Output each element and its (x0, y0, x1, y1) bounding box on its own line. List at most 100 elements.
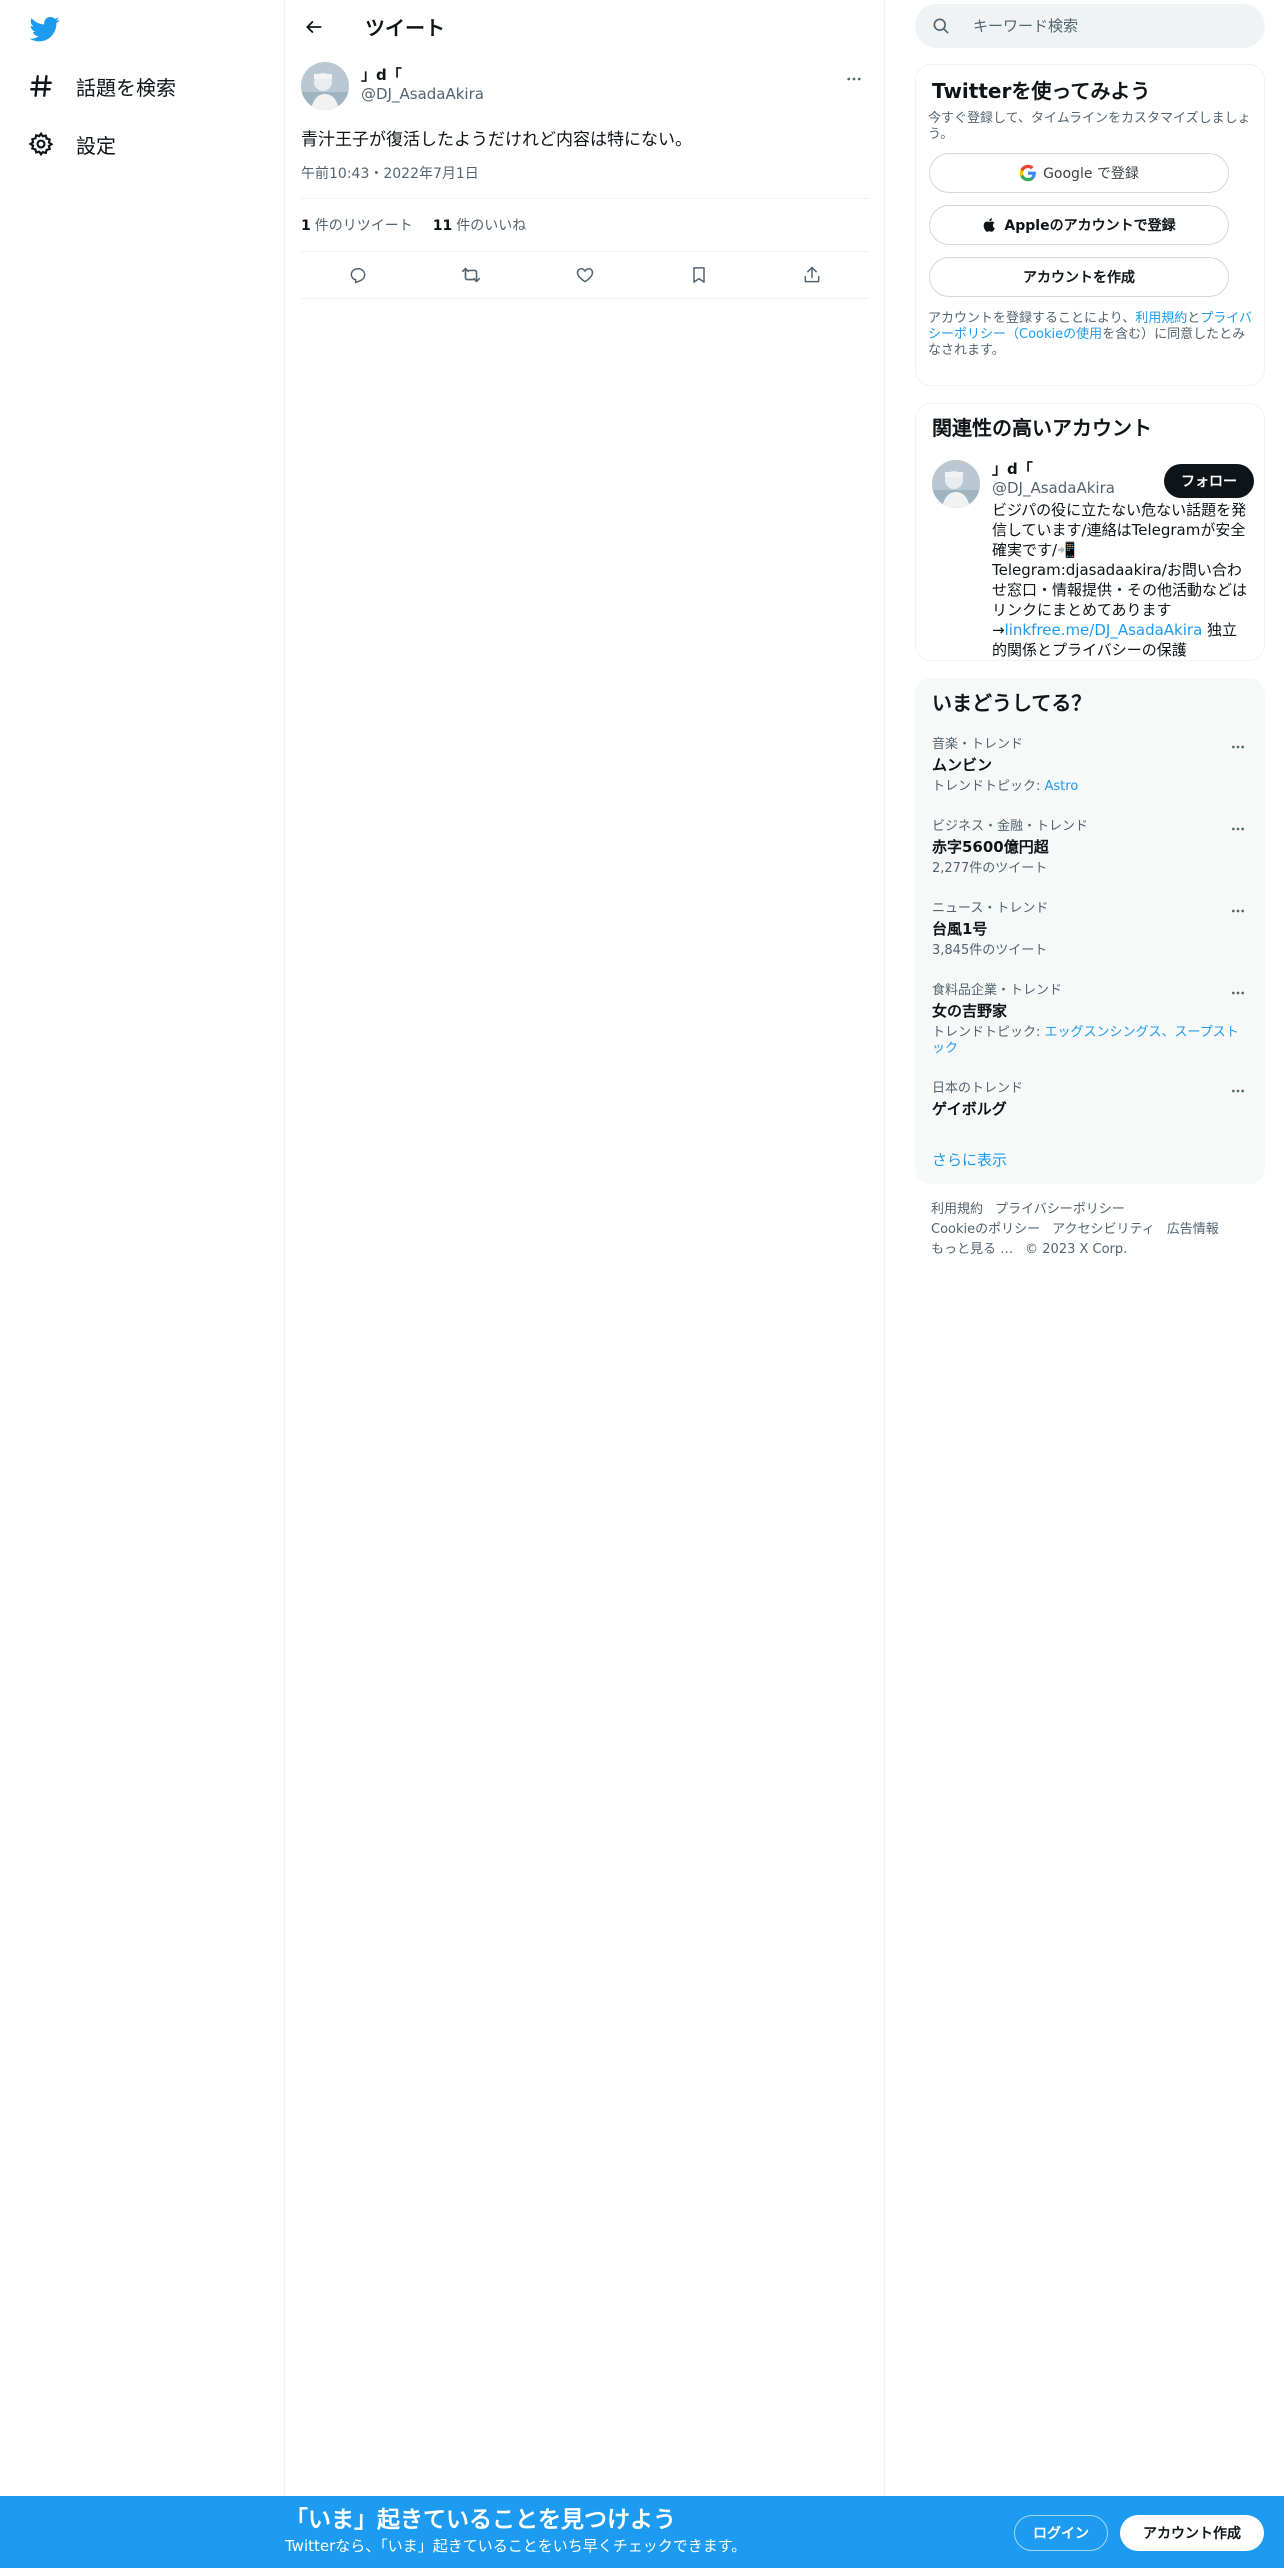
reply-button[interactable] (341, 258, 375, 292)
trend-item[interactable]: ニュース・トレンド 台風1号 3,845件のツイート (932, 901, 1250, 959)
search-box[interactable] (915, 4, 1265, 48)
trends-title: いまどうしてる？ (932, 691, 1092, 715)
avatar[interactable] (932, 460, 980, 508)
trend-name: ムンビン (932, 756, 993, 774)
tweet-timestamp[interactable]: 午前10:43・2022年7月1日 (301, 164, 869, 184)
google-signup-label: Google で登録 (1043, 166, 1139, 182)
google-signup-button[interactable]: Google で登録 (929, 153, 1229, 193)
trend-topic-link[interactable]: Astro (1045, 779, 1079, 794)
bottom-bar-title: 「いま」起きていることを見つけよう (285, 2507, 676, 2533)
heart-icon (576, 267, 594, 283)
signup-card: Twitterを使ってみよう 今すぐ登録して、タイムラインをカスタマイズしましょ… (915, 64, 1265, 386)
like-button[interactable] (568, 258, 602, 292)
trend-meta: 音楽・トレンド (932, 737, 1024, 752)
terms-link[interactable]: 利用規約 (1135, 311, 1187, 326)
retweets-label: 件のリツイート (314, 218, 413, 234)
bio-text: ビジパの役に立たない危ない話題を発信しています/連絡はTelegramが安全確実… (992, 501, 1248, 639)
nav-label: 設定 (76, 133, 116, 158)
more-icon[interactable] (1226, 737, 1250, 757)
more-options-button[interactable] (839, 64, 869, 94)
footer: 利用規約 プライバシーポリシー Cookieのポリシー アクセシビリティ 広告情報 も… (931, 1200, 1251, 1260)
trend-name: 女の吉野家 (932, 1002, 1008, 1020)
search-input[interactable] (973, 17, 1243, 35)
footer-accessibility[interactable]: アクセシビリティ (1052, 1222, 1155, 1237)
trend-count: 2,277件のツイート (932, 861, 1048, 876)
bookmark-icon (692, 267, 705, 283)
related-accounts-card: 関連性の高いアカウント 」d「 @DJ_AsadaAkira フォロー ビジパの… (915, 403, 1265, 661)
apple-signup-button[interactable]: Appleのアカウントで登録 (929, 205, 1229, 245)
more-icon (847, 77, 861, 81)
trends-card: いまどうしてる？ 音楽・トレンド ムンビン トレンドトピック: Astro ビジ… (915, 678, 1265, 1184)
nav-settings[interactable]: 設定 (26, 122, 116, 166)
tweet: 」d「 @DJ_AsadaAkira 青汁王子が復活したようだけれど内容は特にな… (301, 62, 869, 299)
trend-item[interactable]: 音楽・トレンド ムンビン トレンドトピック: Astro (932, 737, 1250, 795)
terms-mid: と (1187, 311, 1201, 326)
main-header: ツイート (285, 0, 885, 53)
footer-more[interactable]: もっと見る … (931, 1242, 1013, 1257)
signup-terms: アカウントを登録することにより、利用規約とプライバシーポリシー（Cookieの使… (928, 311, 1252, 359)
hashtag-icon (26, 71, 56, 101)
likes-stat[interactable]: 11 件のいいね (433, 215, 526, 235)
footer-ads[interactable]: 広告情報 (1167, 1222, 1219, 1237)
trend-meta: ビジネス・金融・トレンド (932, 819, 1089, 834)
author-handle[interactable]: @DJ_AsadaAkira (361, 84, 484, 104)
retweet-icon (462, 267, 481, 283)
trend-meta: 食料品企業・トレンド (932, 983, 1063, 998)
share-icon (804, 266, 820, 283)
create-account-button[interactable]: アカウントを作成 (929, 257, 1229, 297)
trend-name: ゲイボルグ (932, 1100, 1007, 1118)
trend-sub: トレンドトピック: Astro (932, 779, 1250, 795)
google-icon (1019, 164, 1036, 182)
signup-button[interactable]: アカウント作成 (1120, 2515, 1264, 2551)
trend-sub-prefix: トレンドトピック: (932, 1025, 1045, 1040)
divider (301, 298, 869, 299)
share-button[interactable] (795, 258, 829, 292)
nav-explore[interactable]: 話題を検索 (26, 64, 176, 108)
more-icon[interactable] (1226, 819, 1250, 839)
footer-terms[interactable]: 利用規約 (931, 1202, 983, 1217)
retweets-count: 1 (301, 218, 311, 234)
gear-icon (26, 129, 56, 159)
signup-subtitle: 今すぐ登録して、タイムラインをカスタマイズしましょう。 (928, 111, 1251, 142)
bookmark-button[interactable] (682, 258, 716, 292)
more-icon[interactable] (1226, 901, 1250, 921)
trend-item[interactable]: 日本のトレンド ゲイボルグ (932, 1081, 1250, 1119)
terms-prefix: アカウントを登録することにより、 (928, 311, 1136, 326)
bio-link[interactable]: linkfree.me/DJ_AsadaAkira (1005, 621, 1203, 639)
trend-sub: トレンドトピック: エッグスンシングス、スープストック (932, 1025, 1250, 1057)
trend-item[interactable]: 食料品企業・トレンド 女の吉野家 トレンドトピック: エッグスンシングス、スープ… (932, 983, 1250, 1057)
follow-button[interactable]: フォロー (1164, 464, 1254, 498)
footer-cookie[interactable]: Cookieのポリシー (931, 1222, 1040, 1237)
trend-item[interactable]: ビジネス・金融・トレンド 赤字5600億円超 2,277件のツイート (932, 819, 1250, 877)
trend-name: 台風1号 (932, 920, 988, 938)
author-name[interactable]: 」d「 (361, 66, 484, 84)
page-title: ツイート (365, 16, 445, 40)
tweet-author: 」d「 @DJ_AsadaAkira (301, 62, 869, 114)
likes-label: 件のいいね (456, 218, 527, 234)
trend-count: 3,845件のツイート (932, 943, 1048, 958)
main-column: ツイート 」d「 @DJ_AsadaAkira 青汁王子が復活したようだけれど内… (285, 0, 885, 2568)
trend-meta: 日本のトレンド (932, 1081, 1024, 1096)
tweet-text: 青汁王子が復活したようだけれど内容は特にない。 (301, 130, 692, 150)
footer-privacy[interactable]: プライバシーポリシー (995, 1202, 1125, 1217)
arrow-left-icon (306, 20, 322, 33)
back-button[interactable] (297, 10, 331, 44)
trend-name: 赤字5600億円超 (932, 838, 1049, 856)
signup-title: Twitterを使ってみよう (932, 79, 1151, 103)
show-more-link[interactable]: さらに表示 (932, 1149, 1007, 1170)
left-nav: 話題を検索 設定 (0, 0, 285, 2568)
footer-copyright: © 2023 X Corp. (1025, 1242, 1128, 1257)
trend-sub-prefix: トレンドトピック: (932, 779, 1045, 794)
create-account-label: アカウントを作成 (1023, 270, 1135, 286)
twitter-bird-icon[interactable] (28, 14, 62, 44)
avatar[interactable] (301, 62, 349, 110)
login-button[interactable]: ログイン (1014, 2515, 1108, 2551)
related-account: 」d「 @DJ_AsadaAkira フォロー ビジパの役に立たない危ない話題を… (932, 460, 1254, 660)
trend-meta: ニュース・トレンド (932, 901, 1049, 916)
retweet-button[interactable] (454, 258, 488, 292)
more-icon[interactable] (1226, 983, 1250, 1003)
retweets-stat[interactable]: 1 件のリツイート (301, 215, 413, 235)
more-icon[interactable] (1226, 1081, 1250, 1101)
likes-count: 11 (432, 218, 453, 234)
bottom-bar-subtitle: Twitterなら、「いま」起きていることをいち早くチェックできます。 (285, 2537, 747, 2555)
